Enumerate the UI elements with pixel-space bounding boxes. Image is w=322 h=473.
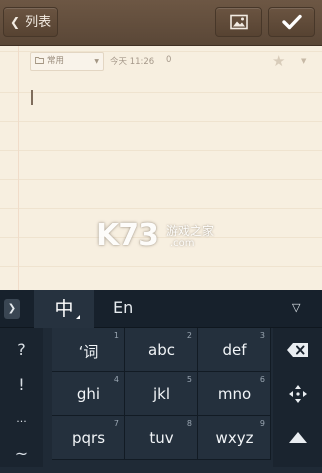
folder-select[interactable]: 常用 ▼: [30, 52, 104, 71]
key-3[interactable]: 3 def: [198, 328, 271, 372]
key-number: 2: [186, 331, 192, 340]
backspace-key[interactable]: [273, 328, 322, 372]
soft-keyboard: ❯ 中 En ▽ ? ! ... ~ 1 ‘词 2 abc 3 def 4 gh…: [0, 290, 322, 473]
move-cursor-icon: [288, 385, 307, 403]
key-label: wxyz: [215, 429, 254, 447]
key-number: 9: [259, 419, 265, 428]
key-number: 3: [259, 331, 265, 340]
key-label: def: [222, 341, 247, 359]
mode-chinese-label: 中: [54, 298, 74, 320]
key-label: tuv: [149, 429, 174, 447]
key-label: jkl: [152, 385, 171, 403]
note-timestamp: 今天 11:26: [110, 57, 155, 67]
triangle-down-icon[interactable]: ▽: [292, 301, 300, 314]
checkmark-icon: [281, 14, 302, 30]
corner-indicator-icon: [76, 315, 80, 319]
key-9[interactable]: 9 wxyz: [198, 416, 271, 460]
key-number: 8: [186, 419, 192, 428]
key-number: 7: [113, 419, 119, 428]
key-label: pqrs: [71, 429, 106, 447]
back-button[interactable]: ❮ 列表: [3, 7, 58, 37]
watermark-sub: 游戏之家: [166, 224, 215, 238]
key-5[interactable]: 5 jkl: [125, 372, 198, 416]
key-number: 5: [186, 375, 192, 384]
watermark-logo: K73 游戏之家 .com: [96, 214, 231, 266]
watermark-domain: .com: [170, 238, 195, 249]
symbol-key-exclaim[interactable]: !: [0, 375, 43, 394]
note-meta-row: 常用 ▼ 今天 11:26 0 ★ ▼: [0, 52, 322, 74]
backspace-icon: [286, 343, 308, 357]
shift-key[interactable]: [273, 416, 322, 460]
folder-icon: [35, 54, 44, 71]
watermark-main: K73: [96, 218, 159, 253]
mode-english-tab[interactable]: En: [113, 298, 133, 317]
word-count: 0: [166, 55, 172, 65]
insert-image-button[interactable]: [215, 7, 262, 37]
key-8[interactable]: 8 tuv: [125, 416, 198, 460]
key-7[interactable]: 7 pqrs: [52, 416, 125, 460]
key-label: ‘词: [78, 343, 99, 361]
keyboard-toolbar: ❯ 中 En ▽: [0, 290, 322, 328]
more-caret-icon[interactable]: ▼: [301, 57, 306, 65]
key-label: ghi: [76, 385, 101, 403]
chevron-left-icon: ❮: [10, 15, 21, 29]
key-number: 4: [113, 375, 119, 384]
key-label: mno: [217, 385, 252, 403]
key-number: 1: [113, 331, 119, 340]
shift-up-icon: [288, 432, 307, 443]
cursor-move-key[interactable]: [273, 372, 322, 416]
key-2[interactable]: 2 abc: [125, 328, 198, 372]
folder-label: 常用: [47, 56, 65, 66]
star-icon[interactable]: ★: [272, 52, 285, 70]
keyboard-bottom-edge: [0, 467, 322, 473]
key-label: abc: [148, 341, 175, 359]
key-4[interactable]: 4 ghi: [52, 372, 125, 416]
mode-chinese-tab[interactable]: 中: [34, 290, 94, 328]
expand-arrow-icon[interactable]: ❯: [4, 299, 20, 319]
symbol-key-question[interactable]: ?: [0, 340, 43, 359]
confirm-button[interactable]: [268, 7, 315, 37]
text-cursor: [31, 90, 33, 105]
key-1[interactable]: 1 ‘词: [52, 328, 125, 372]
note-editor[interactable]: 常用 ▼ 今天 11:26 0 ★ ▼ K73 游戏之家 .com: [0, 46, 322, 290]
key-number: 6: [259, 375, 265, 384]
back-label: 列表: [25, 15, 52, 30]
key-6[interactable]: 6 mno: [198, 372, 271, 416]
top-bar: ❮ 列表: [0, 0, 322, 46]
image-icon: [229, 14, 248, 30]
chevron-down-icon: ▼: [94, 58, 99, 65]
paper-margin-line: [18, 46, 19, 290]
symbol-key-ellipsis[interactable]: ...: [0, 412, 43, 425]
symbol-key-tilde[interactable]: ~: [0, 444, 43, 463]
symbol-column: ? ! ... ~: [0, 328, 43, 473]
function-column: [273, 328, 322, 473]
